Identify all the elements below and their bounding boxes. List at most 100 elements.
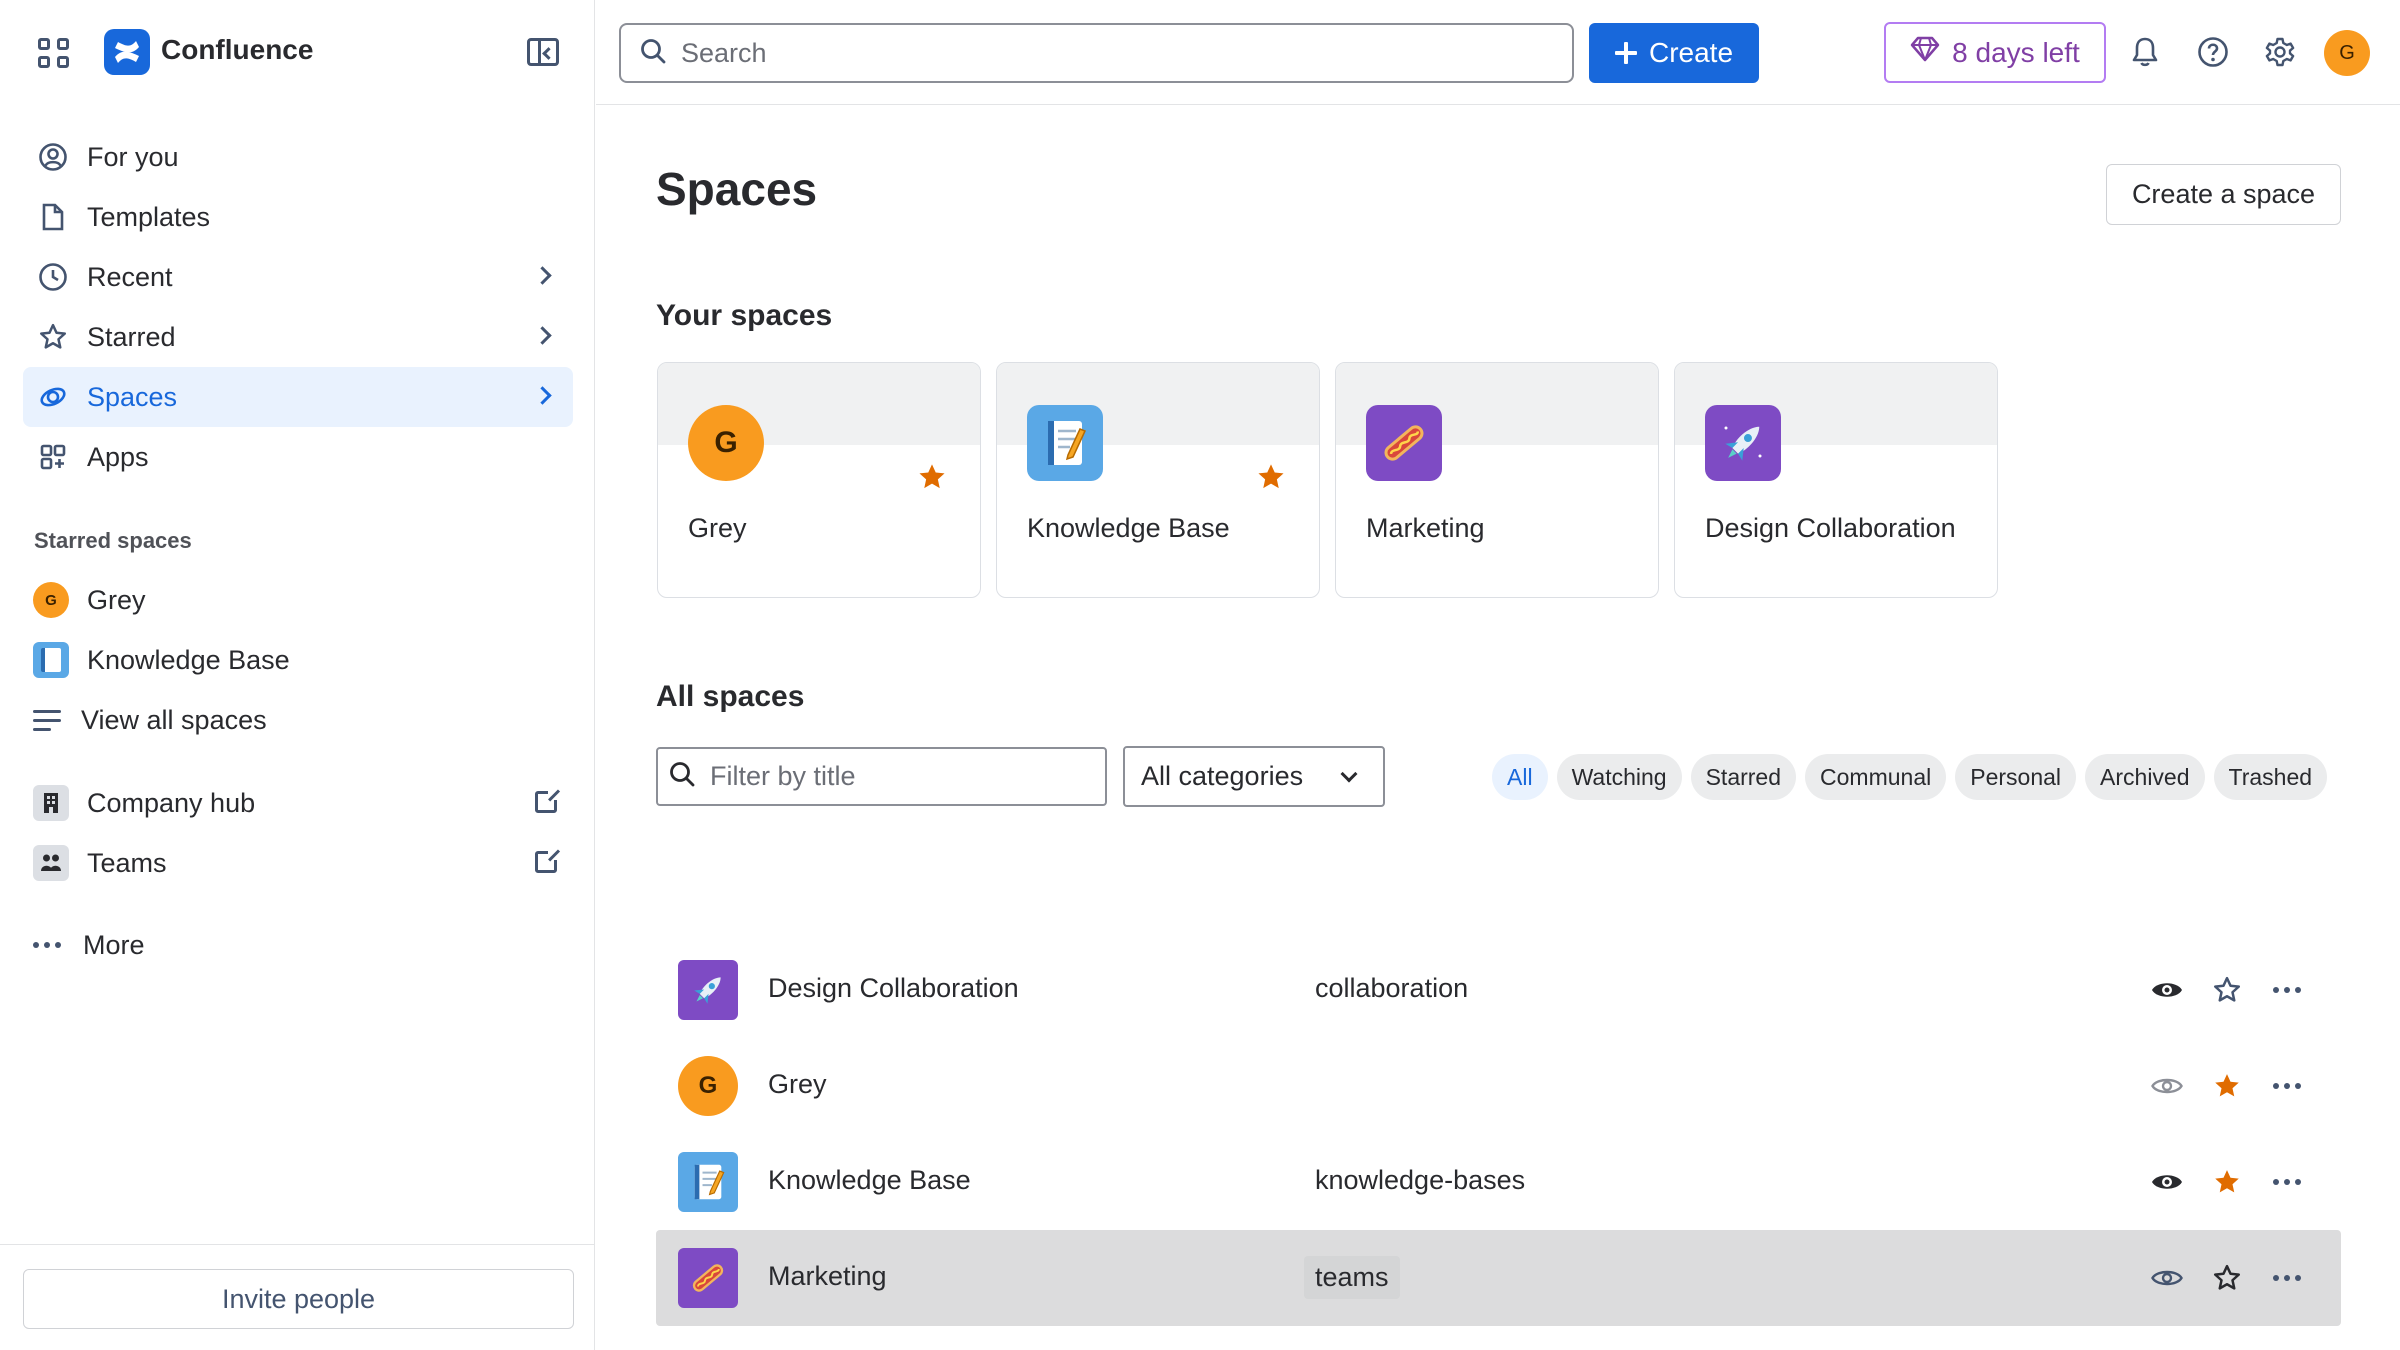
starred-space-label: Knowledge Base <box>87 644 290 675</box>
sidebar-item-apps[interactable]: Apps <box>23 427 573 487</box>
space-name[interactable]: Knowledge Base <box>768 1165 971 1196</box>
sidebar-item-recent[interactable]: Recent <box>23 247 573 307</box>
search-icon <box>639 37 667 70</box>
sidebar-header: Confluence <box>0 0 595 105</box>
external-links: Company hub Teams <box>23 773 573 893</box>
space-card-name: Grey <box>688 513 747 543</box>
starred-space-grey[interactable]: G Grey <box>23 570 573 630</box>
chevron-right-icon[interactable] <box>533 386 552 405</box>
filter-chip-trashed[interactable]: Trashed <box>2213 754 2328 800</box>
sidebar-item-label: Spaces <box>87 381 178 412</box>
sidebar-item-templates[interactable]: Templates <box>23 187 573 247</box>
space-filter-tabs: All Watching Starred Communal Personal A… <box>1492 754 2328 800</box>
star-filled-icon[interactable] <box>2209 1068 2245 1104</box>
sidebar-item-spaces[interactable]: Spaces <box>23 367 573 427</box>
external-link-icon[interactable] <box>535 848 560 873</box>
filter-chip-communal[interactable]: Communal <box>1805 754 1947 800</box>
space-key: knowledge-bases <box>1315 1165 1526 1195</box>
external-link-icon[interactable] <box>535 788 560 813</box>
filter-by-title-field[interactable] <box>656 747 1107 806</box>
starred-spaces-heading: Starred spaces <box>34 528 192 553</box>
chevron-right-icon[interactable] <box>533 326 552 345</box>
space-name[interactable]: Grey <box>768 1069 827 1100</box>
filter-chip-personal[interactable]: Personal <box>1955 754 2077 800</box>
notebook-icon <box>678 1152 738 1212</box>
filter-by-title-input[interactable] <box>710 761 1090 792</box>
gem-icon <box>1910 36 1940 69</box>
sidebar-item-label: Starred <box>87 321 176 352</box>
space-card-grey[interactable]: G Grey <box>657 362 981 598</box>
person-circle-icon <box>37 141 69 173</box>
sidebar-item-teams[interactable]: Teams <box>23 833 573 893</box>
table-row[interactable]: Design Collaboration collaboration <box>656 942 2341 1038</box>
filter-chip-archived[interactable]: Archived <box>2085 754 2205 800</box>
search-field[interactable] <box>619 23 1574 83</box>
product-name[interactable]: Confluence <box>161 34 313 66</box>
chevron-right-icon[interactable] <box>533 266 552 285</box>
clock-icon <box>37 261 69 293</box>
row-actions <box>2149 1164 2305 1200</box>
category-select-value: All categories <box>1141 761 1304 791</box>
sidebar-item-for-you[interactable]: For you <box>23 127 573 187</box>
list-icon <box>33 709 63 731</box>
filter-chip-all[interactable]: All <box>1492 754 1548 800</box>
more-actions-icon[interactable] <box>2269 972 2305 1008</box>
help-icon[interactable] <box>2193 32 2233 72</box>
sidebar-item-starred[interactable]: Starred <box>23 307 573 367</box>
trial-days-left-button[interactable]: 8 days left <box>1884 22 2106 83</box>
user-avatar[interactable]: G <box>2324 30 2370 76</box>
people-icon <box>33 845 69 881</box>
eye-filled-icon[interactable] <box>2149 972 2185 1008</box>
sidebar-item-label: For you <box>87 141 179 172</box>
star-filled-icon[interactable] <box>2209 1164 2245 1200</box>
plus-icon <box>1614 42 1637 64</box>
create-space-button[interactable]: Create a space <box>2106 164 2341 225</box>
eye-outline-icon[interactable] <box>2149 1260 2185 1296</box>
view-all-spaces-link[interactable]: View all spaces <box>23 690 573 750</box>
eye-outline-icon[interactable] <box>2149 1068 2185 1104</box>
star-outline-icon[interactable] <box>2209 1260 2245 1296</box>
search-input[interactable] <box>681 37 1541 69</box>
space-name[interactable]: Design Collaboration <box>768 973 1019 1004</box>
row-actions <box>2149 972 2305 1008</box>
star-outline-icon[interactable] <box>2209 972 2245 1008</box>
settings-gear-icon[interactable] <box>2260 32 2300 72</box>
space-avatar: G <box>33 582 69 618</box>
sidebar-item-label: Templates <box>87 201 211 232</box>
filter-chip-watching[interactable]: Watching <box>1556 754 1682 800</box>
space-avatar: G <box>688 405 764 481</box>
view-all-spaces-label: View all spaces <box>81 704 267 735</box>
space-card-design-collaboration[interactable]: Design Collaboration <box>1674 362 1998 598</box>
space-card-knowledge-base[interactable]: Knowledge Base <box>996 362 1320 598</box>
star-filled-icon[interactable] <box>916 461 948 498</box>
more-actions-icon[interactable] <box>2269 1068 2305 1104</box>
notifications-bell-icon[interactable] <box>2125 32 2165 72</box>
hotdog-icon <box>678 1248 738 1308</box>
notebook-icon <box>33 642 69 678</box>
eye-filled-icon[interactable] <box>2149 1164 2185 1200</box>
table-row[interactable]: G Grey <box>656 1038 2341 1134</box>
confluence-logo-icon[interactable] <box>104 29 150 75</box>
app-switcher-icon[interactable] <box>34 34 72 72</box>
sidebar-item-label: Apps <box>87 441 149 472</box>
table-row[interactable]: Knowledge Base knowledge-bases <box>656 1134 2341 1230</box>
space-card-marketing[interactable]: Marketing <box>1335 362 1659 598</box>
space-name[interactable]: Marketing <box>768 1261 887 1292</box>
create-button-label: Create <box>1648 37 1734 68</box>
sidebar-item-more[interactable]: More <box>33 915 145 975</box>
your-spaces-cards: G Grey Knowledge Base Marketing Design C… <box>657 362 1998 598</box>
create-button[interactable]: Create <box>1589 23 1759 83</box>
filter-chip-starred[interactable]: Starred <box>1690 754 1797 800</box>
space-avatar: G <box>678 1056 738 1116</box>
more-actions-icon[interactable] <box>2269 1260 2305 1296</box>
hotdog-icon <box>1366 405 1442 481</box>
more-actions-icon[interactable] <box>2269 1164 2305 1200</box>
invite-people-button[interactable]: Invite people <box>23 1269 574 1329</box>
category-select[interactable]: All categories <box>1123 746 1385 807</box>
starred-space-knowledge-base[interactable]: Knowledge Base <box>23 630 573 690</box>
star-filled-icon[interactable] <box>1255 461 1287 498</box>
table-row[interactable]: Marketing teams <box>656 1230 2341 1326</box>
collapse-sidebar-icon[interactable] <box>527 38 559 66</box>
starred-spaces-list: G Grey Knowledge Base View all spaces <box>23 570 573 750</box>
sidebar-item-company-hub[interactable]: Company hub <box>23 773 573 833</box>
